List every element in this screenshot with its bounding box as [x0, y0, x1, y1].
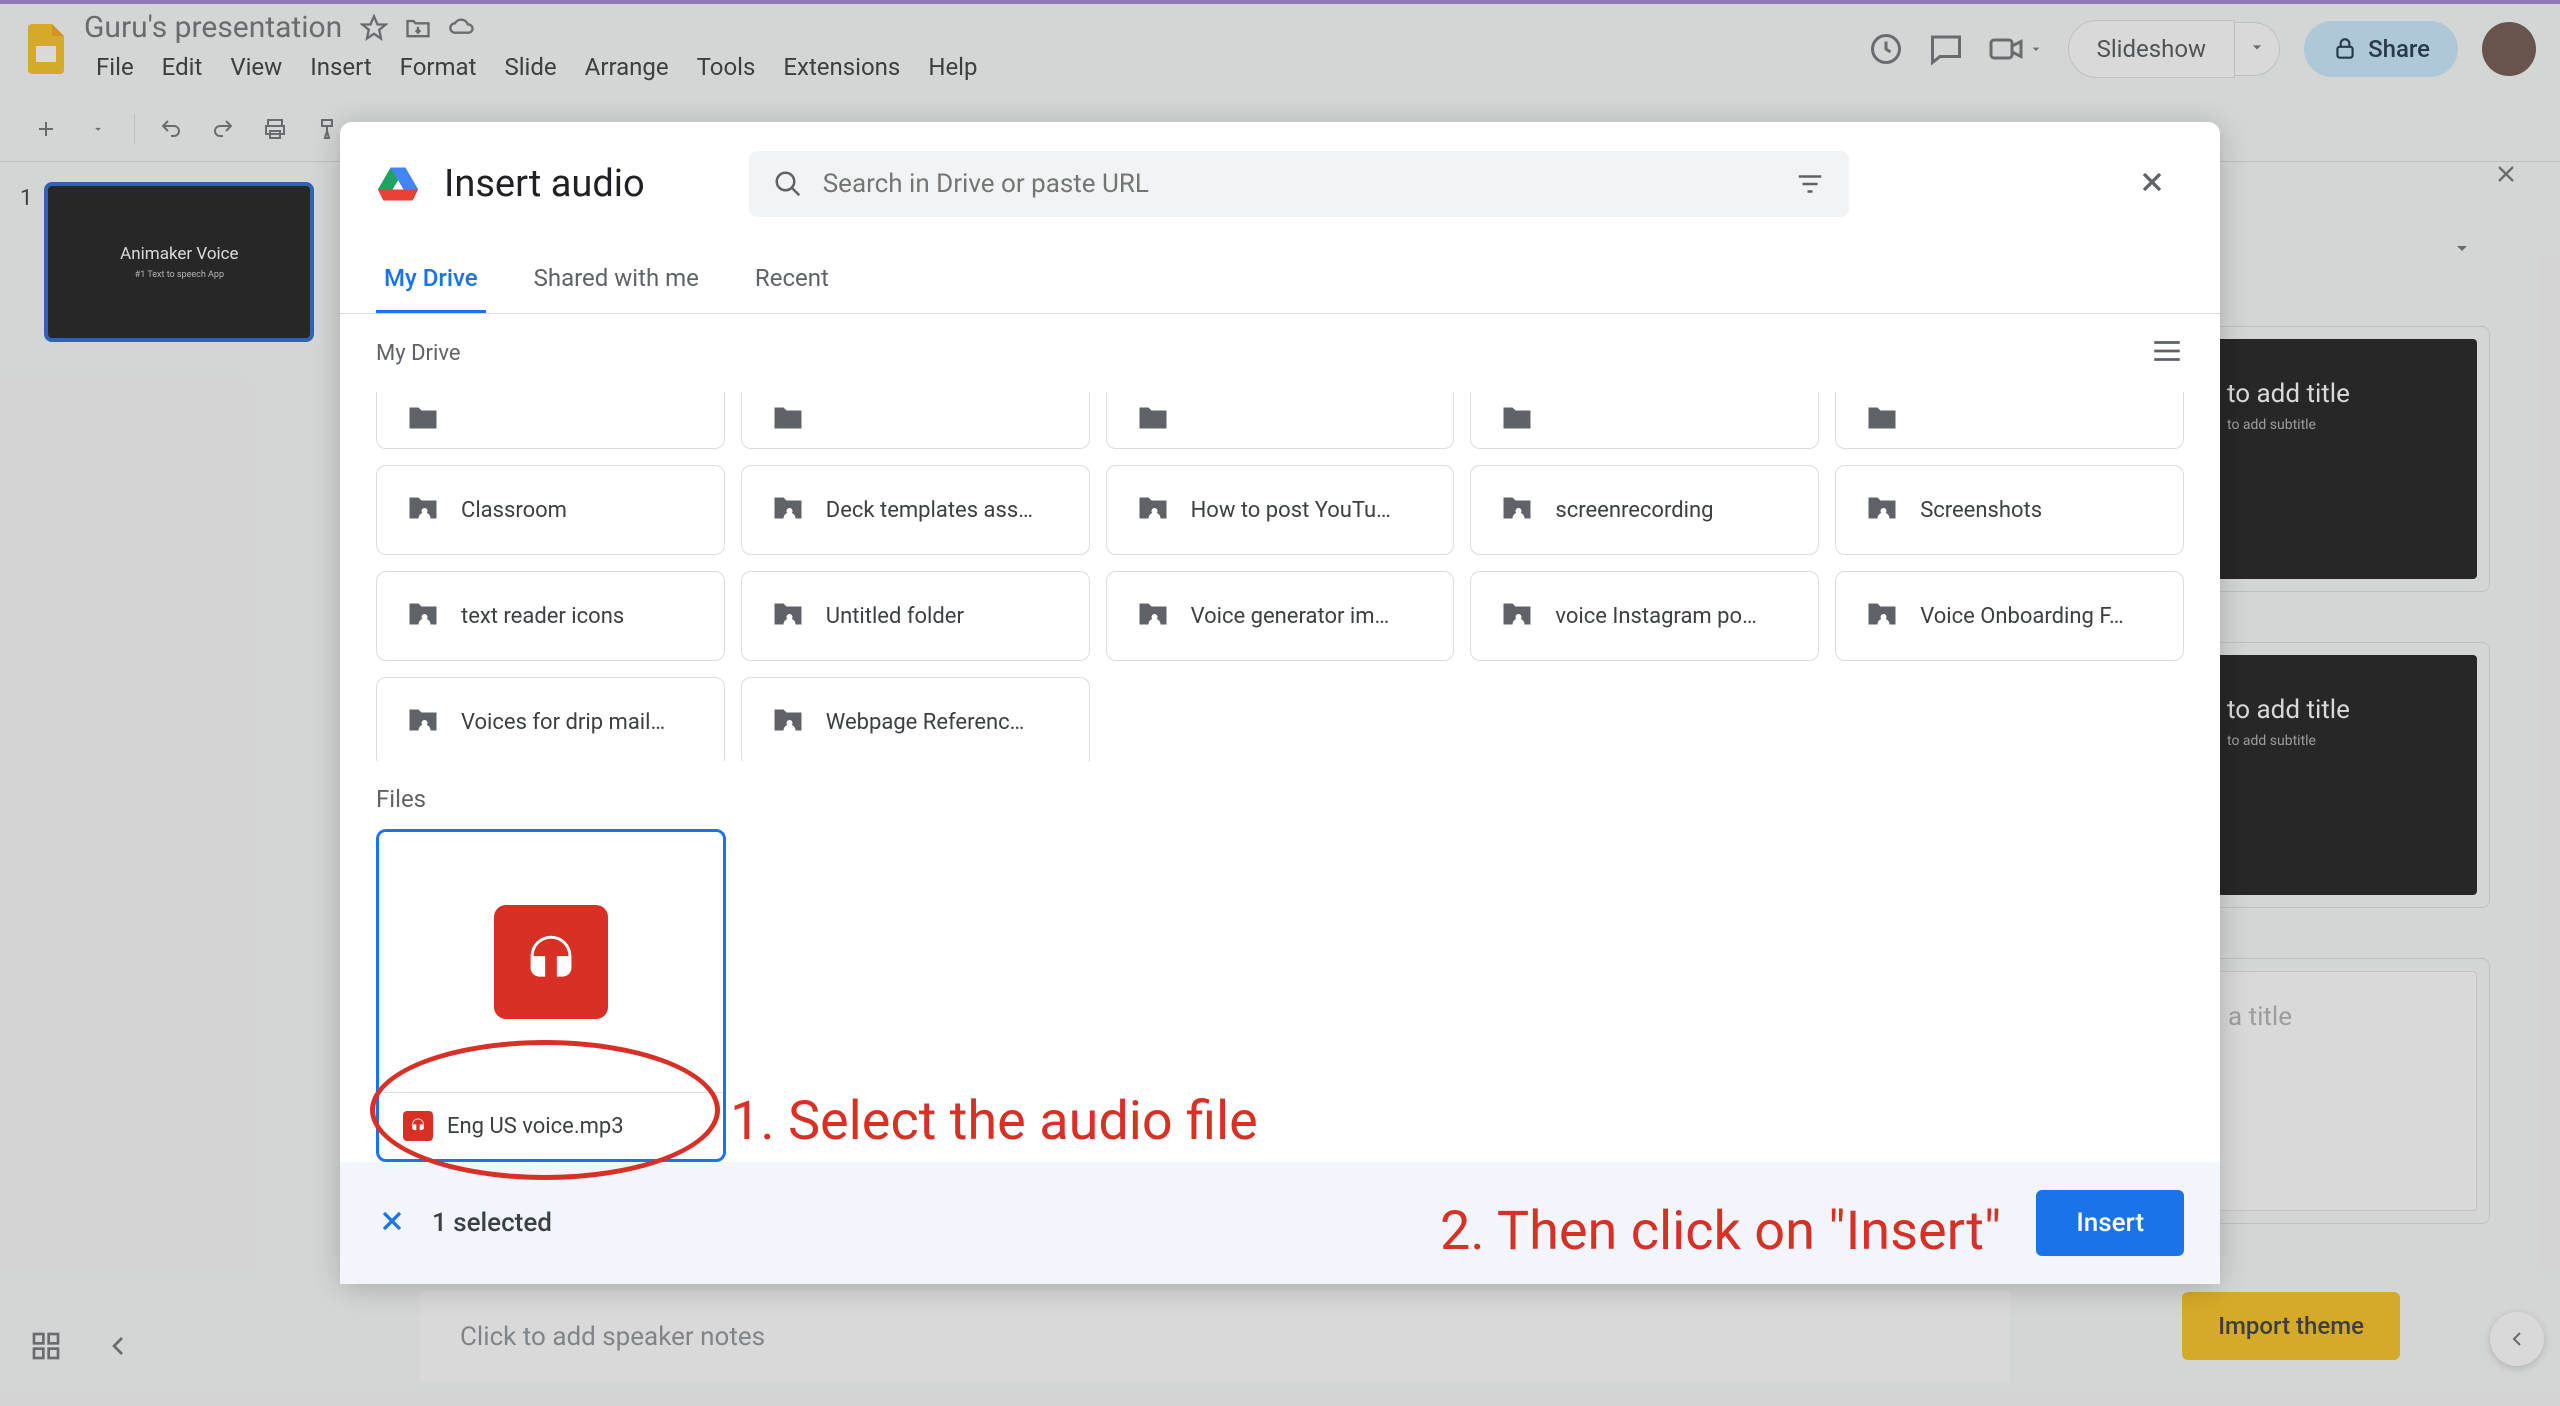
folder-name: How to post YouTu… [1191, 498, 1391, 523]
folder-item[interactable]: Voice generator im… [1106, 571, 1455, 661]
folder-icon [1135, 490, 1171, 530]
folder-item[interactable]: Voices for drip mail… [376, 677, 725, 761]
folder-item[interactable] [1470, 392, 1819, 449]
folder-icon [1499, 400, 1535, 440]
audio-icon-small [403, 1111, 433, 1141]
folder-icon [770, 702, 806, 742]
folder-item[interactable]: text reader icons [376, 571, 725, 661]
insert-button[interactable]: Insert [2036, 1190, 2184, 1256]
folder-icon [1499, 596, 1535, 636]
folder-name: Voices for drip mail… [461, 710, 665, 735]
folder-item[interactable] [1106, 392, 1455, 449]
tab-shared[interactable]: Shared with me [526, 246, 707, 313]
filter-icon[interactable] [1795, 169, 1825, 199]
folder-name: Screenshots [1920, 498, 2042, 523]
folder-name: screenrecording [1555, 498, 1713, 523]
folder-icon [405, 490, 441, 530]
breadcrumb[interactable]: My Drive [376, 341, 461, 366]
folder-item[interactable]: Webpage Referenc… [741, 677, 1090, 761]
annotation-text-2: 2. Then click on "Insert" [1440, 1200, 2001, 1263]
folder-item[interactable] [741, 392, 1090, 449]
folder-icon [1864, 490, 1900, 530]
modal-close-button[interactable] [2120, 150, 2184, 218]
tab-recent[interactable]: Recent [747, 246, 837, 313]
folder-name: Untitled folder [826, 604, 964, 629]
folder-icon [405, 596, 441, 636]
folder-icon [1864, 596, 1900, 636]
folder-name: voice Instagram po… [1555, 604, 1756, 629]
folder-item[interactable]: Screenshots [1835, 465, 2184, 555]
folder-icon [1135, 596, 1171, 636]
folder-name: Deck templates ass… [826, 498, 1033, 523]
folder-name: text reader icons [461, 604, 624, 629]
folder-item[interactable] [376, 392, 725, 449]
annotation-text-1: 1. Select the audio file [730, 1090, 1258, 1153]
folder-icon [770, 400, 806, 440]
folder-item[interactable]: Voice Onboarding F… [1835, 571, 2184, 661]
folder-name: Voice Onboarding F… [1920, 604, 2124, 629]
folder-icon [405, 702, 441, 742]
folder-item[interactable]: voice Instagram po… [1470, 571, 1819, 661]
folder-item[interactable]: How to post YouTu… [1106, 465, 1455, 555]
folder-name: Classroom [461, 498, 567, 523]
search-box[interactable] [749, 151, 1849, 217]
folder-item[interactable]: screenrecording [1470, 465, 1819, 555]
folder-icon [1499, 490, 1535, 530]
selection-count: 1 selected [432, 1208, 552, 1238]
folder-item[interactable]: Deck templates ass… [741, 465, 1090, 555]
folder-icon [770, 596, 806, 636]
folder-name: Webpage Referenc… [826, 710, 1025, 735]
tab-my-drive[interactable]: My Drive [376, 246, 486, 313]
files-heading: Files [340, 761, 2220, 829]
folder-item[interactable]: Classroom [376, 465, 725, 555]
clear-selection-button[interactable] [376, 1205, 408, 1241]
folder-icon [770, 490, 806, 530]
insert-audio-modal: Insert audio My Drive Shared with me Rec… [340, 122, 2220, 1284]
audio-icon [494, 905, 608, 1019]
search-icon [773, 169, 803, 199]
drive-logo-icon [376, 162, 420, 206]
file-name: Eng US voice.mp3 [447, 1114, 624, 1139]
folder-icon [1864, 400, 1900, 440]
modal-title: Insert audio [444, 162, 645, 206]
file-item-selected[interactable]: Eng US voice.mp3 [376, 829, 726, 1162]
search-input[interactable] [823, 169, 1775, 199]
folder-item[interactable]: Untitled folder [741, 571, 1090, 661]
folder-item[interactable] [1835, 392, 2184, 449]
list-view-icon[interactable] [2150, 334, 2184, 372]
folder-icon [405, 400, 441, 440]
folder-icon [1135, 400, 1171, 440]
folder-name: Voice generator im… [1191, 604, 1390, 629]
